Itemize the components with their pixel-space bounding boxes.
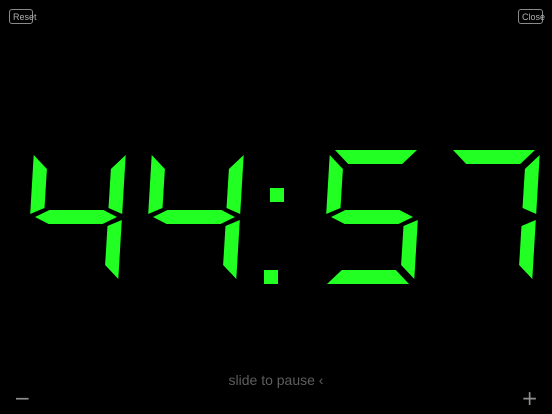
digit-1-segment-c xyxy=(105,220,122,279)
digit-3-segment-d xyxy=(327,270,409,284)
plus-button[interactable]: + xyxy=(521,388,538,408)
digit-3-segment-f xyxy=(326,155,343,214)
digit-2-segment-g xyxy=(153,210,235,224)
digit-3-segment-c xyxy=(401,220,418,279)
digit-1-segment-f xyxy=(30,155,47,214)
digit-3-segment-g xyxy=(331,210,413,224)
colon-dot-1 xyxy=(270,188,284,202)
slide-to-pause-label[interactable]: slide to pause ‹ xyxy=(0,371,552,389)
digit-4-segment-c xyxy=(519,220,536,279)
digit-2-segment-f xyxy=(148,155,165,214)
digit-1-segment-g xyxy=(35,210,117,224)
minus-button[interactable]: − xyxy=(14,388,31,408)
digit-2-segment-b xyxy=(226,155,244,214)
digit-2-segment-c xyxy=(223,220,240,279)
timer-display xyxy=(30,150,540,284)
digit-4-segment-b xyxy=(522,155,540,214)
digit-4-segment-a xyxy=(453,150,535,164)
digit-3-segment-a xyxy=(335,150,417,164)
digit-1-segment-b xyxy=(108,155,126,214)
colon-dot-2 xyxy=(264,270,278,284)
